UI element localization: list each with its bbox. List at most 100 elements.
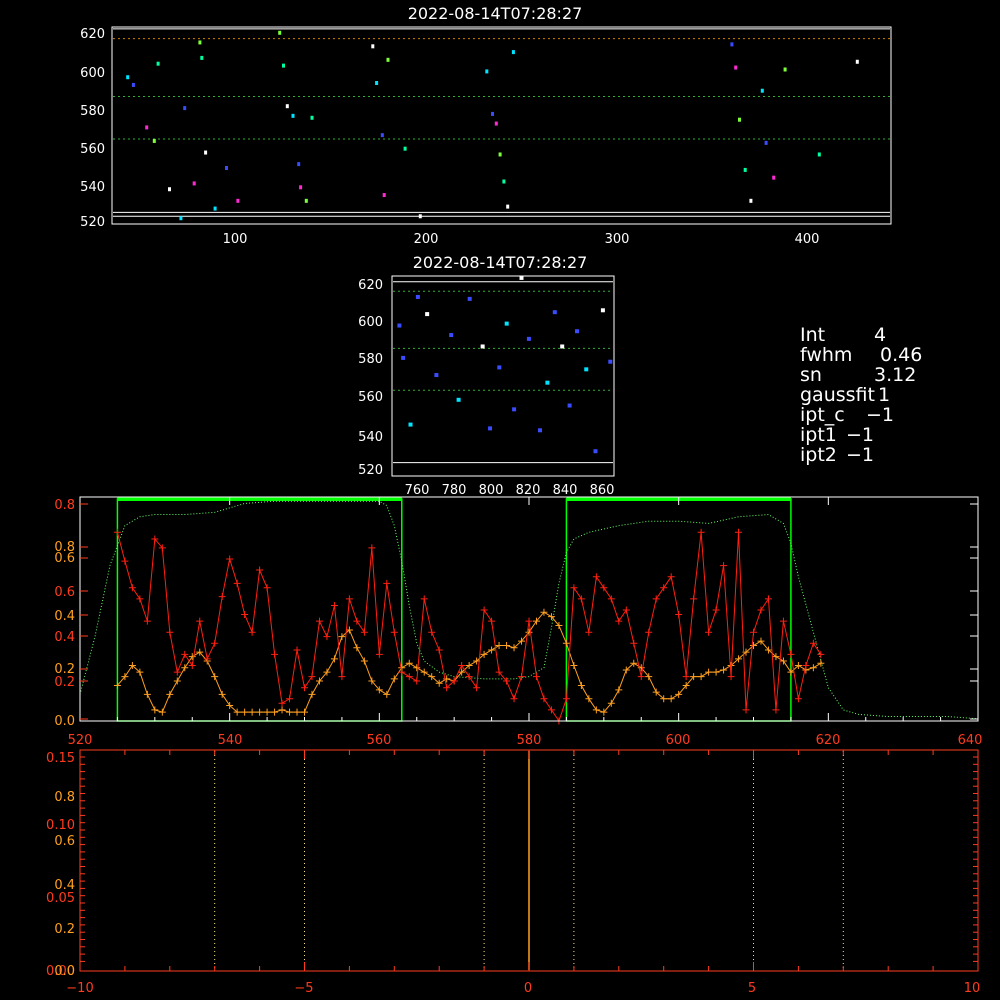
red-point — [241, 610, 249, 618]
red-point — [308, 673, 316, 681]
red-point — [750, 628, 757, 636]
red-point — [772, 706, 780, 714]
orange-point — [420, 668, 428, 676]
orange-point — [293, 708, 301, 716]
red-point — [390, 628, 398, 636]
data-pixel — [375, 81, 379, 86]
red-point — [226, 555, 234, 563]
red-point — [764, 595, 772, 603]
red-point — [166, 628, 174, 636]
orange-point — [615, 686, 623, 694]
data-pixel — [526, 336, 531, 341]
tick-label: 620 — [358, 278, 383, 293]
orange-point — [577, 681, 585, 689]
tick-label: 860 — [590, 483, 615, 498]
tick-label: 0.10 — [46, 818, 75, 833]
tick-label: 540 — [218, 733, 243, 748]
orange-point — [405, 659, 413, 667]
data-pixel — [192, 181, 196, 186]
data-pixel — [310, 115, 314, 120]
data-pixel — [456, 397, 461, 402]
tick-label: 0.6 — [54, 834, 75, 849]
data-pixel — [485, 69, 489, 74]
param-label: ipt_c — [800, 404, 845, 426]
data-pixel — [183, 106, 187, 111]
param-label: Int — [800, 324, 825, 346]
data-pixel — [855, 59, 859, 64]
data-pixel — [502, 179, 506, 184]
gauss-x-axis: −10 −5 0 5 10 — [66, 981, 980, 996]
orange-point — [143, 690, 151, 698]
red-point — [488, 617, 496, 625]
red-point — [143, 617, 151, 625]
zoom-image-pixels — [397, 275, 613, 454]
data-pixel — [491, 111, 494, 116]
data-pixel — [285, 104, 289, 109]
data-pixel — [278, 30, 282, 35]
red-point — [518, 673, 526, 681]
tick-label: 760 — [405, 483, 430, 498]
data-pixel — [494, 121, 498, 126]
data-pixel — [743, 167, 747, 172]
red-point — [600, 584, 608, 592]
data-pixel — [760, 88, 764, 93]
red-point — [690, 595, 698, 603]
data-pixel — [371, 44, 375, 49]
orange-point — [585, 695, 593, 703]
data-pixel — [198, 40, 202, 45]
red-point — [233, 579, 241, 587]
tick-label: −5 — [294, 981, 313, 996]
tick-label: 560 — [80, 142, 105, 157]
red-point — [345, 595, 353, 603]
red-point — [218, 593, 226, 601]
param-value: 3.12 — [874, 364, 916, 386]
param-label: ipt2 — [800, 444, 837, 466]
red-point — [188, 662, 196, 669]
red-point — [323, 633, 331, 641]
orange-point — [667, 695, 675, 703]
orange-point — [263, 708, 271, 716]
slit-image-x-axis: 100 200 300 400 — [223, 232, 820, 247]
slit-image-title: 2022-08-14T07:28:27 — [408, 4, 583, 23]
tick-label: 600 — [80, 66, 105, 81]
data-pixel — [156, 61, 160, 66]
tick-label: 540 — [80, 180, 105, 195]
data-pixel — [386, 57, 390, 62]
orange-point — [712, 668, 720, 676]
data-pixel — [204, 150, 208, 155]
data-pixel — [512, 407, 517, 412]
orange-point — [211, 673, 219, 681]
tick-label: 780 — [442, 483, 467, 498]
data-pixel — [397, 323, 402, 328]
param-value: 0.46 — [880, 344, 922, 366]
data-pixel — [152, 138, 156, 143]
data-pixel — [552, 310, 557, 315]
tick-label: 620 — [816, 733, 841, 748]
data-pixel — [415, 294, 420, 299]
profile-frame — [79, 496, 979, 722]
tick-label: 100 — [223, 232, 248, 247]
red-point — [121, 557, 129, 565]
red-point — [211, 639, 219, 647]
data-pixel — [783, 67, 787, 72]
red-point — [256, 566, 264, 574]
tick-label: 0.6 — [54, 551, 75, 566]
tick-label: 0.05 — [46, 891, 75, 906]
orange-point — [301, 708, 308, 716]
data-pixel — [434, 373, 439, 378]
tick-label: 540 — [358, 430, 383, 445]
data-pixel — [297, 162, 301, 167]
red-point — [540, 695, 548, 703]
data-pixel — [168, 187, 171, 192]
red-point — [525, 617, 533, 625]
red-point — [757, 606, 765, 614]
orange-point — [308, 690, 316, 698]
red-point — [735, 528, 743, 536]
red-point — [547, 706, 555, 714]
tick-label: 0.4 — [54, 630, 75, 645]
tick-label: 0.0 — [54, 964, 75, 979]
red-point — [196, 617, 204, 625]
fit-region-box — [116, 498, 403, 722]
tick-label: 840 — [553, 483, 578, 498]
data-pixel — [467, 296, 472, 301]
